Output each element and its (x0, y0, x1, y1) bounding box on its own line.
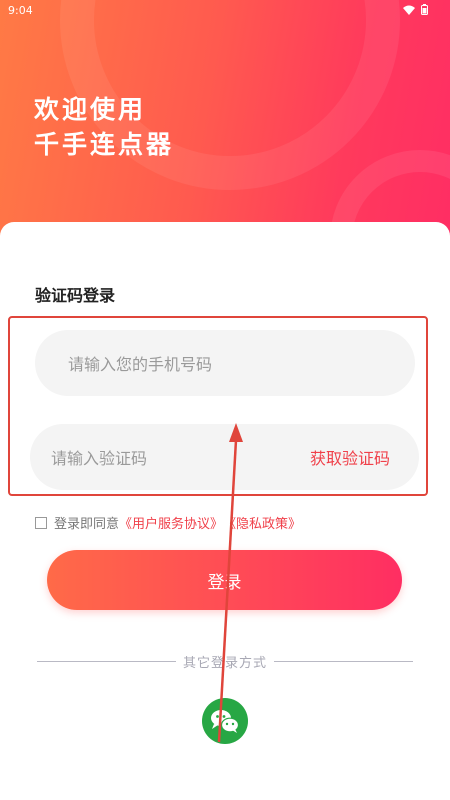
verification-code-input[interactable]: 请输入验证码 获取验证码 (30, 424, 419, 490)
status-icons (403, 4, 428, 15)
code-placeholder: 请输入验证码 (51, 449, 148, 468)
login-button-label: 登录 (207, 572, 242, 593)
welcome-line1: 欢迎使用 (34, 95, 147, 124)
other-login-divider: 其它登录方式 (37, 651, 414, 671)
privacy-policy-link[interactable]: 《隐私政策》 (223, 513, 301, 532)
other-login-text: 其它登录方式 (183, 655, 268, 671)
wifi-icon (403, 5, 415, 15)
wechat-icon (211, 710, 240, 733)
agreement-prefix: 登录即同意 (54, 517, 120, 532)
status-time: 9:04 (8, 4, 33, 17)
divider-line (37, 660, 176, 662)
agreement-checkbox[interactable] (35, 516, 47, 529)
login-button[interactable]: 登录 (47, 550, 402, 610)
login-title: 验证码登录 (35, 286, 116, 305)
phone-input[interactable]: 请输入您的手机号码 (35, 330, 415, 396)
user-agreement-link[interactable]: 《用户服务协议》 (119, 513, 223, 532)
divider-line (274, 660, 414, 662)
get-code-button[interactable]: 获取验证码 (310, 445, 390, 469)
welcome-text: 欢迎使用 千手连点器 (34, 92, 174, 162)
battery-icon (421, 4, 428, 15)
wechat-login-button[interactable] (202, 698, 248, 744)
status-bar: 9:04 (0, 0, 450, 22)
phone-placeholder: 请输入您的手机号码 (68, 355, 213, 374)
welcome-line2: 千手连点器 (34, 130, 175, 159)
agreement-row: 登录即同意 《用户服务协议》 《隐私政策》 (35, 513, 301, 532)
